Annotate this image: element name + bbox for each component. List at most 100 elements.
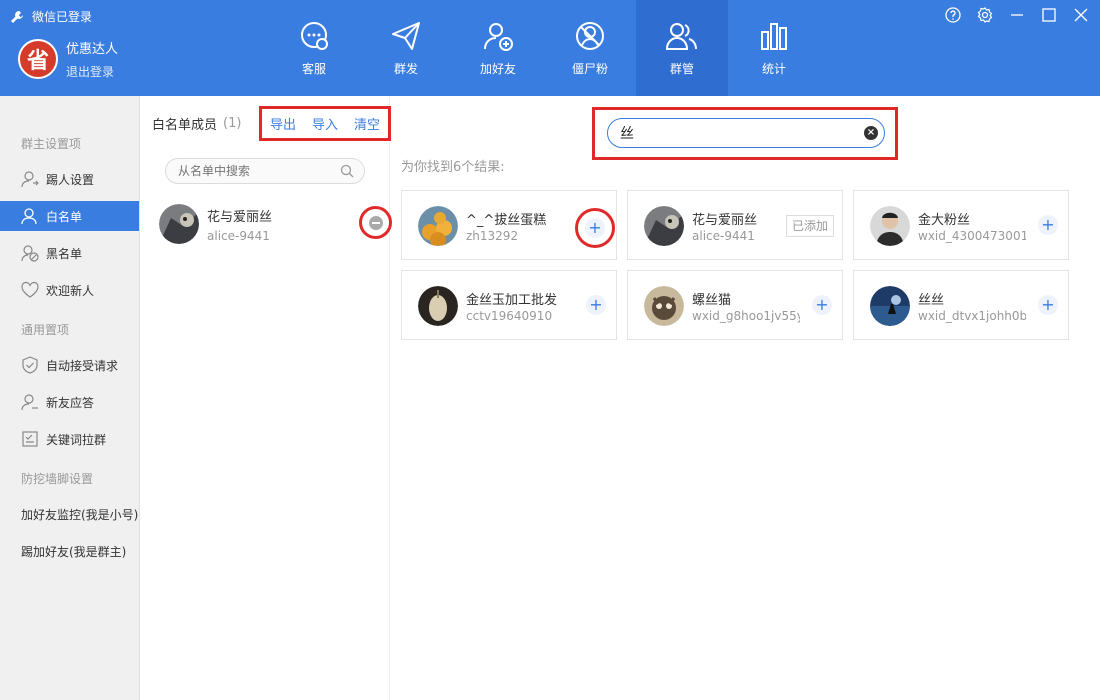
- sidebar-item-label: 欢迎新人: [46, 283, 95, 298]
- result-card: ^_^拔丝蛋糕 zh13292 +: [401, 190, 617, 260]
- sidebar-item-label: 自动接受请求: [46, 358, 119, 373]
- result-id: zh13292: [466, 229, 519, 243]
- sidebar-item-new-friend-reply[interactable]: 新友应答: [0, 387, 139, 417]
- sidebar-item-kick-settings[interactable]: 踢人设置: [0, 164, 139, 194]
- wrench-icon: [11, 10, 23, 23]
- sidebar-item-label: 加好友监控(我是小号): [21, 507, 139, 522]
- clear-button[interactable]: 清空: [354, 114, 380, 133]
- sidebar-item-label: 黑名单: [46, 246, 83, 261]
- help-button[interactable]: [944, 6, 962, 24]
- avatar: [418, 286, 458, 326]
- sidebar-item-label: 踢人设置: [46, 172, 95, 187]
- member-name: 花与爱丽丝: [207, 209, 273, 225]
- maximize-icon: [1042, 8, 1056, 22]
- settings-button[interactable]: [976, 6, 994, 24]
- result-name: 金丝玉加工批发: [466, 293, 558, 308]
- whitelist-actions: 导出 导入 清空: [259, 106, 391, 141]
- close-button[interactable]: [1072, 6, 1090, 24]
- sidebar-section-owner: 群主设置项: [21, 137, 82, 151]
- maximize-button[interactable]: [1040, 6, 1058, 24]
- avatar: [159, 204, 199, 244]
- avatar: [644, 286, 684, 326]
- tab-label: 群管: [669, 61, 694, 76]
- contact-search-input[interactable]: [620, 125, 850, 141]
- sidebar-section-general: 通用置项: [21, 323, 70, 337]
- tab-add-friend[interactable]: 加好友: [452, 0, 544, 96]
- minimize-icon: [1011, 14, 1023, 16]
- sidebar: 群主设置项 踢人设置 白名单 黑名单 欢迎新人 通用置项 自动接受请求 新友应答…: [0, 96, 140, 700]
- avatar: [870, 206, 910, 246]
- result-id: wxid_g8hoo1jv55y: [692, 309, 800, 323]
- login-status: 微信已登录: [10, 8, 92, 25]
- send-icon: [392, 21, 420, 50]
- whitelist-title: 白名单成员: [152, 118, 218, 133]
- avatar: [644, 206, 684, 246]
- sidebar-section-anti-poach: 防挖墙脚设置: [21, 472, 94, 486]
- group-manage-icon: [665, 22, 697, 50]
- search-icon[interactable]: [340, 164, 354, 178]
- result-count: 为你找到6个结果:: [401, 160, 505, 175]
- sidebar-item-label: 白名单: [46, 209, 83, 224]
- search-highlight: ×: [592, 107, 898, 160]
- sidebar-item-label: 踢加好友(我是群主): [21, 544, 127, 559]
- tab-group-manage[interactable]: 群管: [636, 0, 728, 96]
- remove-member-button[interactable]: [359, 206, 392, 239]
- login-status-text: 微信已登录: [32, 10, 93, 24]
- logout-link[interactable]: 退出登录: [66, 63, 118, 80]
- user-name: 优惠达人: [66, 42, 119, 57]
- result-id: wxid_dtvx1johh0bt: [918, 309, 1026, 323]
- chat-icon: [301, 21, 328, 50]
- add-button[interactable]: +: [585, 218, 605, 238]
- whitelist-panel: 白名单成员 (1) 导出 导入 清空 花与爱丽丝 alice-9441: [141, 96, 392, 700]
- whitelist-search: [165, 158, 365, 184]
- tab-label: 统计: [761, 61, 786, 76]
- result-name: 金大粉丝: [918, 213, 971, 228]
- user-info: 省 优惠达人 退出登录: [18, 38, 118, 80]
- contact-search: ×: [607, 118, 885, 148]
- add-button[interactable]: +: [1038, 295, 1058, 315]
- sidebar-item-label: 新友应答: [46, 395, 95, 410]
- app-logo: 省: [18, 39, 58, 79]
- gear-icon: [977, 7, 993, 23]
- member-id: alice-9441: [207, 228, 270, 243]
- import-button[interactable]: 导入: [312, 114, 338, 133]
- zombie-fan-icon: [576, 21, 604, 50]
- sidebar-item-add-friend-monitor[interactable]: 加好友监控(我是小号): [0, 499, 139, 529]
- reply-user-icon: [21, 394, 38, 411]
- result-name: ^_^拔丝蛋糕: [466, 213, 547, 228]
- result-card: 花与爱丽丝 alice-9441 已添加: [627, 190, 843, 260]
- top-bar: 微信已登录 省 优惠达人 退出登录 客服 群发 加好友 僵尸粉 群管 统计: [0, 0, 1100, 96]
- sidebar-item-label: 关键词拉群: [46, 432, 107, 447]
- whitelist-search-input[interactable]: [178, 164, 338, 178]
- chart-icon: [761, 22, 787, 50]
- minimize-button[interactable]: [1008, 6, 1026, 24]
- add-button[interactable]: +: [812, 295, 832, 315]
- result-card: 螺丝猫 wxid_g8hoo1jv55y +: [627, 270, 843, 340]
- add-button[interactable]: +: [586, 295, 606, 315]
- avatar: [870, 286, 910, 326]
- sidebar-item-keyword-invite[interactable]: 关键词拉群: [0, 424, 139, 454]
- sidebar-item-kick-adder[interactable]: 踢加好友(我是群主): [0, 536, 139, 566]
- help-icon: [945, 7, 961, 23]
- blacklist-user-icon: [21, 245, 39, 262]
- main-nav: 客服 群发 加好友 僵尸粉 群管 统计: [268, 0, 820, 96]
- result-card: 金大粉丝 wxid_43004730016 +: [853, 190, 1069, 260]
- export-button[interactable]: 导出: [270, 114, 296, 133]
- clear-search-icon[interactable]: ×: [864, 126, 878, 140]
- sidebar-item-whitelist[interactable]: 白名单: [0, 201, 139, 231]
- avatar: [418, 206, 458, 246]
- whitelist-count: (1): [223, 116, 242, 131]
- tab-statistics[interactable]: 统计: [728, 0, 820, 96]
- tab-customer-service[interactable]: 客服: [268, 0, 360, 96]
- tab-zombie-fans[interactable]: 僵尸粉: [544, 0, 636, 96]
- tab-broadcast[interactable]: 群发: [360, 0, 452, 96]
- tab-label: 僵尸粉: [571, 61, 608, 76]
- sidebar-item-blacklist[interactable]: 黑名单: [0, 238, 139, 268]
- tab-label: 客服: [301, 61, 326, 76]
- whitelist-user-icon: [21, 208, 37, 225]
- add-button[interactable]: +: [1038, 215, 1058, 235]
- sidebar-item-welcome[interactable]: 欢迎新人: [0, 275, 139, 305]
- whitelist-member[interactable]: 花与爱丽丝 alice-9441: [159, 204, 392, 244]
- sidebar-item-auto-accept[interactable]: 自动接受请求: [0, 350, 139, 380]
- minus-icon: [368, 215, 383, 230]
